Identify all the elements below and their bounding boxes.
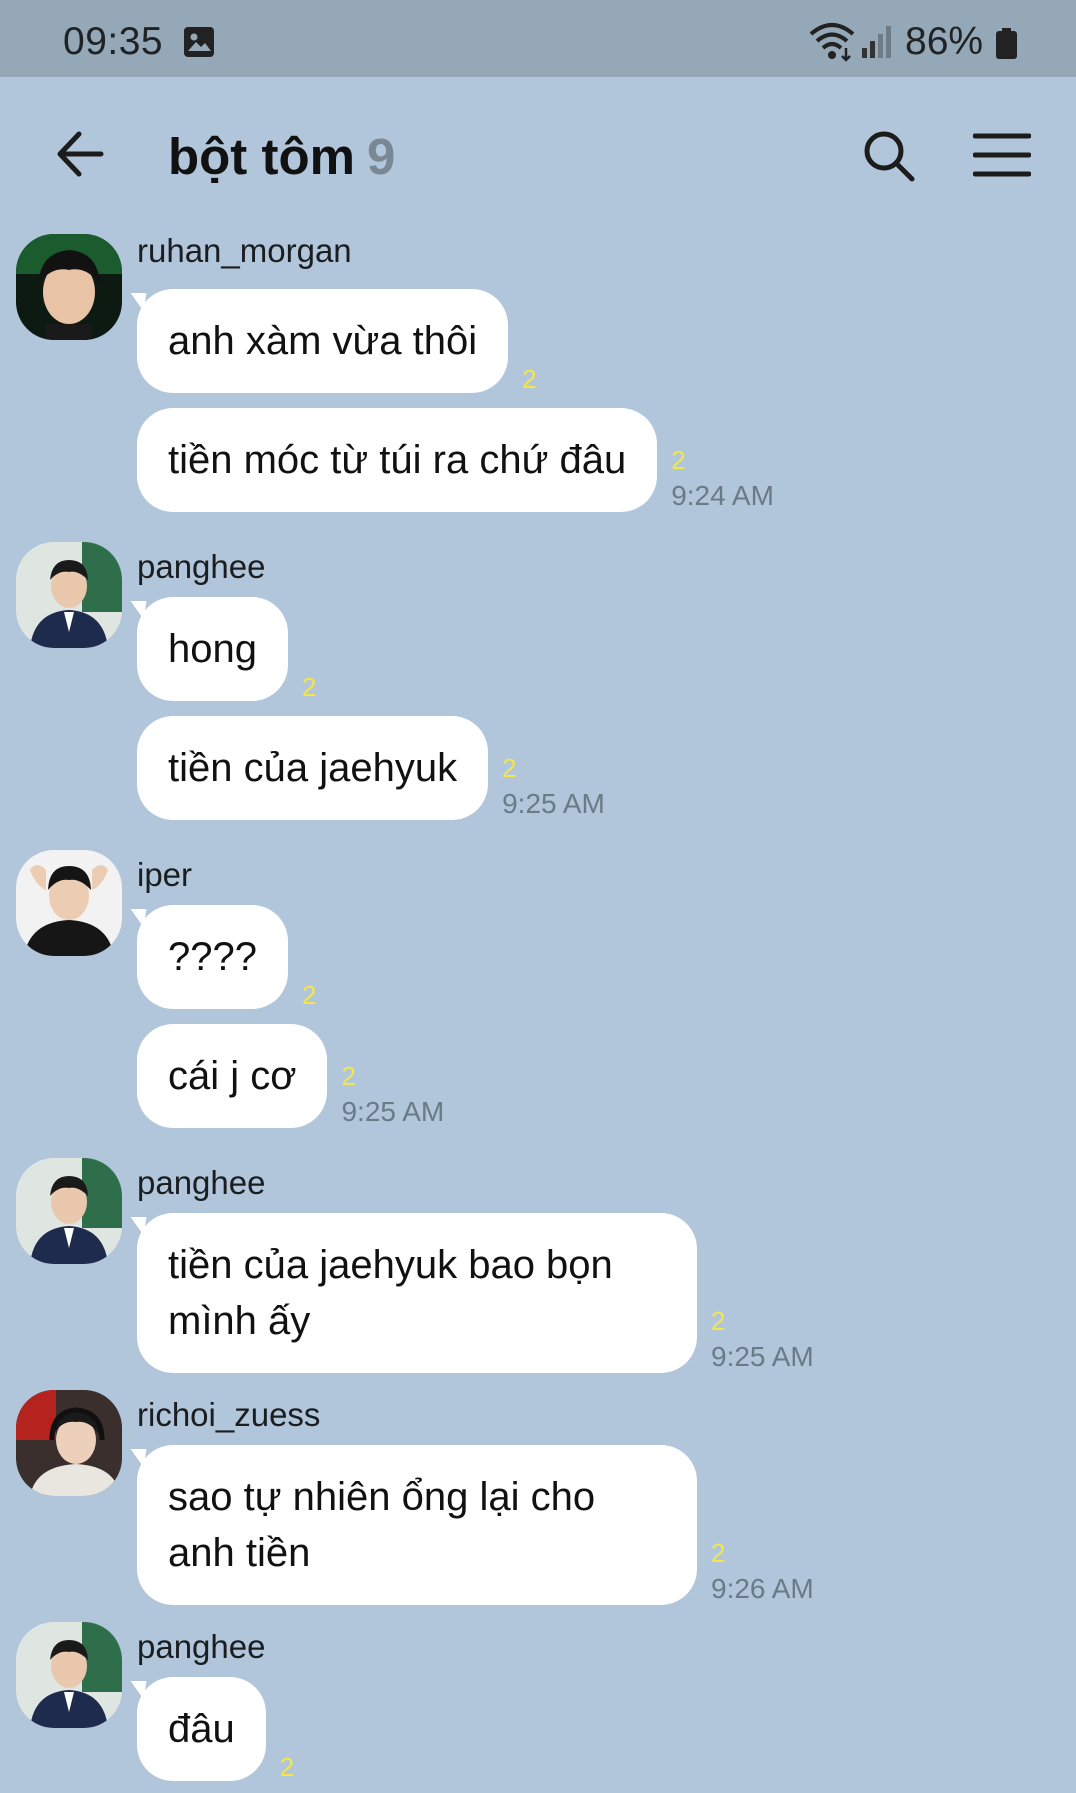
unread-count: 2	[502, 753, 517, 783]
message-row: anh xàm vừa thôi 2	[137, 289, 537, 393]
menu-icon[interactable]	[972, 132, 1032, 183]
avatar[interactable]	[16, 542, 122, 648]
message-bubble[interactable]: sao tự nhiên ổng lại cho anh tiền	[137, 1445, 697, 1605]
sender-name: richoi_zuess	[137, 1396, 321, 1433]
message-row: đâu 2	[137, 1677, 294, 1781]
chat-name: bột tôm	[168, 128, 355, 185]
search-icon[interactable]	[862, 129, 916, 188]
avatar[interactable]	[16, 1390, 122, 1496]
message-meta: 2 9:26 AM	[711, 1539, 814, 1605]
message-time: 9:25 AM	[711, 1341, 814, 1372]
unread-count: 2	[301, 980, 317, 1010]
message-time: 9:25 AM	[502, 788, 605, 819]
battery-percentage: 86%	[905, 20, 984, 63]
message-bubble[interactable]: cái j cơ	[137, 1024, 328, 1128]
signal-icon	[862, 26, 892, 63]
member-count: 9	[366, 128, 396, 185]
message-bubble[interactable]: tiền móc từ túi ra chứ đâu	[137, 408, 658, 512]
message-row: hong 2	[137, 597, 316, 701]
unread-count: 2	[301, 672, 317, 702]
avatar[interactable]	[16, 234, 122, 340]
unread-count: 2	[711, 1306, 726, 1336]
battery-icon	[996, 28, 1017, 59]
message-meta: 2	[522, 365, 536, 393]
chat-title: bột tôm 9	[168, 127, 395, 186]
message-meta: 2 9:25 AM	[711, 1307, 814, 1373]
message-bubble[interactable]: ????	[137, 905, 288, 1009]
sender-name: panghee	[137, 548, 266, 585]
sender-name: iper	[137, 856, 193, 893]
message-meta: 2 9:24 AM	[671, 446, 774, 512]
wifi-icon	[808, 22, 856, 67]
message-row: tiền của jaehyuk 2 9:25 AM	[137, 716, 605, 820]
message-row: ???? 2	[137, 905, 316, 1009]
message-meta: 2 9:25 AM	[341, 1062, 444, 1128]
sender-name: panghee	[137, 1164, 266, 1201]
message-meta: 2	[280, 1753, 294, 1781]
message-bubble[interactable]: hong	[137, 597, 288, 701]
unread-count: 2	[279, 1752, 295, 1782]
message-row: sao tự nhiên ổng lại cho anh tiền 2 9:26…	[137, 1445, 814, 1605]
unread-count: 2	[671, 445, 686, 475]
status-bar: 09:35 86%	[0, 0, 1076, 77]
sender-name: panghee	[137, 1628, 266, 1665]
unread-count: 2	[711, 1538, 726, 1568]
back-arrow-icon[interactable]	[55, 129, 105, 184]
message-bubble[interactable]: đâu	[137, 1677, 266, 1781]
message-meta: 2 9:25 AM	[502, 754, 605, 820]
avatar[interactable]	[16, 1158, 122, 1264]
chat-header: bột tôm 9	[0, 77, 1076, 237]
gallery-icon	[184, 27, 214, 57]
avatar[interactable]	[16, 850, 122, 956]
message-row: cái j cơ 2 9:25 AM	[137, 1024, 444, 1128]
status-time: 09:35	[63, 20, 164, 63]
message-meta: 2	[302, 981, 316, 1009]
message-time: 9:25 AM	[341, 1096, 445, 1127]
message-meta: 2	[302, 673, 316, 701]
message-bubble[interactable]: anh xàm vừa thôi	[137, 289, 509, 393]
sender-name: ruhan_morgan	[137, 232, 352, 269]
unread-count: 2	[522, 364, 537, 394]
message-row: tiền móc từ túi ra chứ đâu 2 9:24 AM	[137, 408, 774, 512]
message-time: 9:24 AM	[671, 480, 774, 511]
message-bubble[interactable]: tiền của jaehyuk	[137, 716, 489, 820]
message-bubble[interactable]: tiền của jaehyuk bao bọn mình ấy	[137, 1213, 697, 1373]
message-time: 9:26 AM	[711, 1573, 814, 1604]
unread-count: 2	[341, 1061, 356, 1091]
avatar[interactable]	[16, 1622, 122, 1728]
message-row: tiền của jaehyuk bao bọn mình ấy 2 9:25 …	[137, 1213, 814, 1373]
